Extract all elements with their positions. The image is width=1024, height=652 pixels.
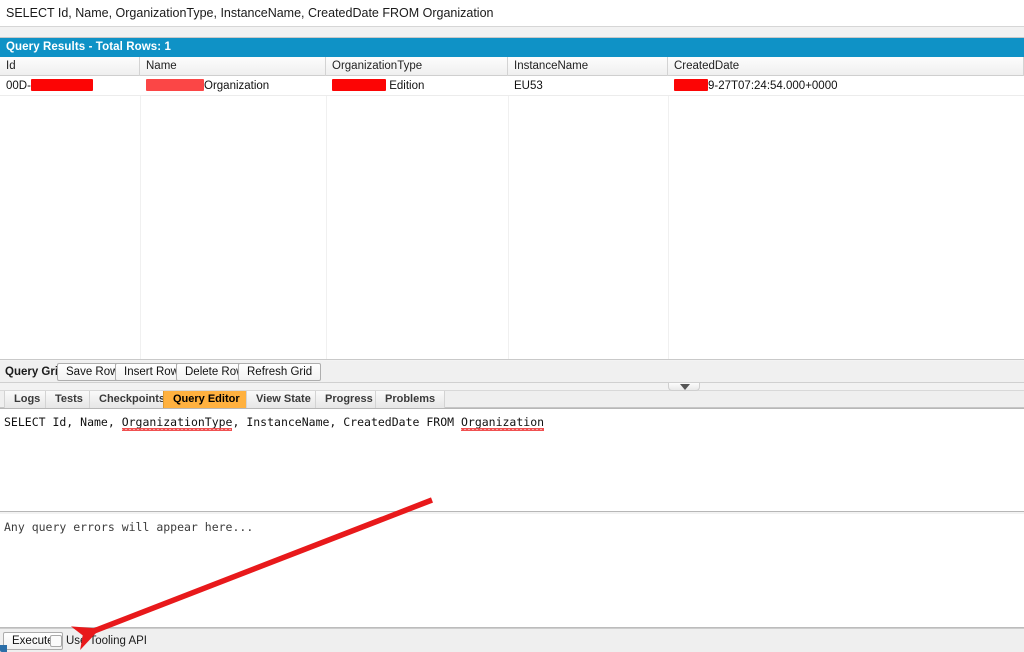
grid-column-header[interactable]: OrganizationType [326, 57, 508, 76]
grid-header-row: IdNameOrganizationTypeInstanceNameCreate… [0, 57, 1024, 76]
chevron-down-icon [680, 384, 690, 390]
window-corner-artifact [0, 645, 7, 652]
cell-id[interactable]: 00D- [0, 76, 140, 96]
panel-tabstrip[interactable]: LogsTestsCheckpointsQuery EditorView Sta… [0, 391, 1024, 408]
tab-problems[interactable]: Problems [375, 391, 445, 408]
query-grid-toolbar: Query Grid: Save RowsInsert RowDelete Ro… [0, 361, 1024, 383]
tab-logs[interactable]: Logs [4, 391, 50, 408]
action-bar: Execute Use Tooling API [0, 628, 1024, 652]
query-errors-panel: Any query errors will appear here... [0, 514, 1024, 628]
editor-text-segment-2: , InstanceName, CreatedDate FROM [232, 415, 460, 429]
cell-text: Edition [386, 80, 424, 92]
cell-text: EU53 [514, 80, 543, 92]
tab-query-editor[interactable]: Query Editor [163, 391, 250, 408]
tab-progress[interactable]: Progress [315, 391, 383, 408]
query-errors-placeholder: Any query errors will appear here... [4, 520, 253, 534]
cell-text: 9-27T07:24:54.000+0000 [708, 80, 838, 92]
grid-column-separator [140, 76, 141, 359]
use-tooling-api-label[interactable]: Use Tooling API [66, 629, 147, 652]
soql-bar-divider [0, 27, 1024, 38]
redaction-block [31, 79, 93, 91]
grid-column-separator [508, 76, 509, 359]
grid-column-separator [326, 76, 327, 359]
query-editor-text[interactable]: SELECT Id, Name, OrganizationType, Insta… [4, 415, 544, 429]
cell-text: 00D- [6, 80, 31, 92]
cell-organizationtype[interactable]: Edition [326, 76, 508, 96]
soql-query-input[interactable] [0, 0, 1024, 26]
table-row[interactable]: 00D- Organization Edition EU53 9-27T07:24:5… [0, 76, 1024, 96]
redaction-block [674, 79, 708, 91]
grid-body[interactable]: 00D- Organization Edition EU53 9-27T07:24:5… [0, 76, 1024, 359]
query-grid-refresh-grid-button[interactable]: Refresh Grid [238, 363, 321, 381]
query-editor-panel[interactable]: SELECT Id, Name, OrganizationType, Insta… [0, 408, 1024, 512]
cell-text: Organization [204, 80, 269, 92]
editor-misspelled-organization: Organization [461, 415, 544, 429]
cell-name[interactable]: Organization [140, 76, 326, 96]
soql-query-bar [0, 0, 1024, 27]
grid-column-header[interactable]: InstanceName [508, 57, 668, 76]
query-results-grid[interactable]: IdNameOrganizationTypeInstanceNameCreate… [0, 57, 1024, 360]
query-editor-window: Query Results - Total Rows: 1 IdNameOrga… [0, 0, 1024, 652]
grid-column-header[interactable]: CreatedDate [668, 57, 1024, 76]
editor-misspelled-organizationtype: OrganizationType [122, 415, 233, 429]
panel-splitter[interactable] [0, 383, 1024, 391]
redaction-block [146, 79, 204, 91]
tab-view-state[interactable]: View State [246, 391, 321, 408]
cell-instancename[interactable]: EU53 [508, 76, 668, 96]
query-results-header: Query Results - Total Rows: 1 [0, 38, 1024, 57]
editor-text-segment-1: SELECT Id, Name, [4, 415, 122, 429]
use-tooling-api-checkbox[interactable] [50, 635, 62, 647]
splitter-collapse-handle[interactable] [668, 383, 700, 391]
grid-column-header[interactable]: Id [0, 57, 140, 76]
grid-column-separator [668, 76, 669, 359]
redaction-block [332, 79, 386, 91]
grid-column-header[interactable]: Name [140, 57, 326, 76]
cell-createddate[interactable]: 9-27T07:24:54.000+0000 [668, 76, 1024, 96]
tab-tests[interactable]: Tests [45, 391, 93, 408]
